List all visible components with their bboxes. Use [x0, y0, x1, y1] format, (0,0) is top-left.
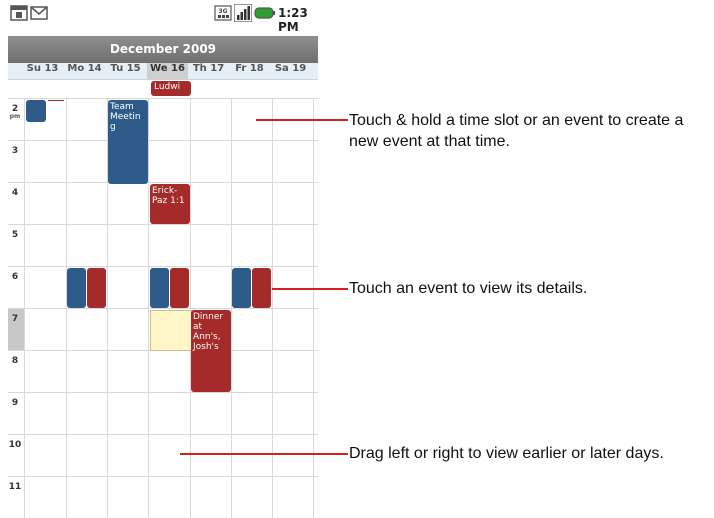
gmail-icon [30, 6, 48, 20]
hour-line [8, 182, 318, 183]
hour-label-5: 5 [11, 230, 19, 240]
3g-icon: 3G [214, 5, 232, 21]
event-mon-6pm-red[interactable] [87, 268, 106, 308]
hour-line [8, 140, 318, 141]
hour-label-10: 10 [8, 440, 22, 450]
phone-screen: 3G 1:23 PM December 2009 Su 13 Mo 14 Tu … [8, 0, 318, 518]
selected-time-slot[interactable] [150, 310, 192, 351]
annotation-view-details: Touch an event to view its details. [349, 280, 588, 297]
annotation-pointer-2 [272, 288, 348, 290]
hour-line [8, 476, 318, 477]
all-day-event[interactable]: Ludwi [151, 81, 191, 96]
event-wed-6pm-red[interactable] [170, 268, 189, 308]
event-wed-6pm-blue[interactable] [150, 268, 169, 308]
event-dinner-label: Dinner at Ann's, Josh's [193, 312, 224, 352]
day-label-fri[interactable]: Fr 18 [229, 63, 270, 79]
status-time: 1:23 PM [278, 6, 308, 34]
battery-icon [254, 7, 275, 19]
event-marker-line [48, 100, 64, 101]
hour-label-4: 4 [11, 188, 19, 198]
hour-label-3: 3 [11, 146, 19, 156]
event-fri-6pm-red[interactable] [252, 268, 271, 308]
hour-label-7: 7 [11, 314, 19, 324]
day-labels-row: Su 13 Mo 14 Tu 15 We 16 Th 17 Fr 18 Sa 1… [8, 63, 318, 80]
annotation-pointer-3 [180, 453, 348, 455]
annotation-hold-to-create: Touch & hold a time slot or an event to … [349, 112, 684, 150]
annotation-drag-days: Drag left or right to view earlier or la… [349, 445, 664, 462]
hour-line [8, 98, 318, 99]
annotation-pointer-1 [256, 119, 348, 121]
day-label-wed[interactable]: We 16 [147, 63, 188, 79]
hour-line [8, 392, 318, 393]
all-day-event-label: Ludwi [154, 82, 181, 92]
day-label-tue[interactable]: Tu 15 [105, 63, 146, 79]
event-team-meeting-label: Team Meeting [110, 102, 141, 132]
month-header: December 2009 [8, 36, 318, 63]
hour-label-2: 2 pm [9, 104, 21, 120]
hour-label-6: 6 [11, 272, 19, 282]
day-label-mon[interactable]: Mo 14 [64, 63, 105, 79]
event-erick-paz[interactable]: Erick-Paz 1:1 [150, 184, 190, 224]
event-mon-6pm-blue[interactable] [67, 268, 86, 308]
hour-line [8, 224, 318, 225]
event-dinner[interactable]: Dinner at Ann's, Josh's [191, 310, 231, 392]
hour-label-11: 11 [8, 482, 22, 492]
event-sunday-2pm[interactable] [26, 100, 46, 122]
pm-marker: pm [9, 113, 21, 120]
day-label-sat[interactable]: Sa 19 [270, 63, 311, 79]
event-erick-paz-label: Erick-Paz 1:1 [152, 186, 185, 206]
week-grid[interactable]: 2 pm 3 4 5 6 7 8 9 10 11 Team Meeting Eri… [8, 98, 318, 518]
hour-line [8, 266, 318, 267]
network-badge: 3G [218, 8, 227, 15]
day-label-sun[interactable]: Su 13 [22, 63, 63, 79]
hour-label-9: 9 [11, 398, 19, 408]
hour-label-8: 8 [11, 356, 19, 366]
calendar-app-icon [10, 5, 28, 21]
signal-icon [234, 4, 252, 22]
event-team-meeting[interactable]: Team Meeting [108, 100, 148, 184]
hour-line [8, 434, 318, 435]
status-bar: 3G 1:23 PM [8, 0, 318, 36]
day-label-thu[interactable]: Th 17 [188, 63, 229, 79]
event-fri-6pm-blue[interactable] [232, 268, 251, 308]
hour-line [8, 308, 318, 309]
